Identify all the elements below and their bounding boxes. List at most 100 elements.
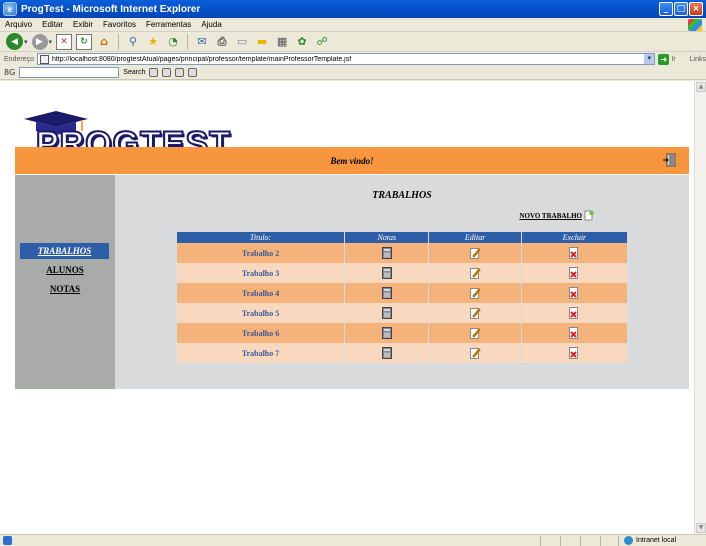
forward-button[interactable]: ▶	[31, 33, 48, 50]
minimize-button[interactable]: _	[659, 2, 673, 16]
table-row: Trabalho 3	[177, 263, 627, 283]
toolbar-option-icon[interactable]	[175, 68, 185, 77]
favorites-button[interactable]: ★	[145, 34, 161, 50]
excluir-cell	[521, 343, 627, 363]
toolbar-search-input[interactable]	[19, 67, 120, 78]
edit-page-button[interactable]: ▭	[234, 34, 250, 50]
notas-cell	[345, 263, 429, 283]
edit-icon[interactable]	[469, 287, 481, 299]
status-bar: Intranet local	[0, 534, 706, 546]
nav-trabalhos[interactable]: TRABALHOS	[20, 243, 109, 259]
window-controls: _ □ ×	[659, 2, 703, 16]
calculator-icon[interactable]	[381, 347, 392, 359]
menu-editar[interactable]: Editar	[37, 20, 68, 29]
toolbar-search-button[interactable]: Search	[123, 69, 145, 76]
address-label: Endereço	[4, 55, 34, 63]
trabalho-title-link[interactable]: Trabalho 4	[177, 283, 345, 303]
calculator-icon[interactable]	[381, 247, 392, 259]
toolbar-option-icon[interactable]	[149, 68, 159, 77]
plugin-button[interactable]: ✿	[294, 34, 310, 50]
edit-icon[interactable]	[469, 307, 481, 319]
table-header-row: Titulo: Notas Editar Excluir	[177, 232, 627, 243]
address-input[interactable]: http://localhost:8080/progtestAtual/page…	[36, 53, 656, 65]
status-divider	[600, 536, 601, 546]
excluir-cell	[521, 243, 627, 263]
scroll-down-icon[interactable]: ▼	[696, 523, 706, 533]
ie-logo-icon: e	[3, 2, 17, 16]
home-button[interactable]: ⌂	[96, 34, 112, 50]
toolbar-option-icon[interactable]	[188, 68, 198, 77]
edit-icon[interactable]	[469, 247, 481, 259]
trabalhos-table: Titulo: Notas Editar Excluir Trabalho 2 …	[176, 232, 628, 363]
links-button[interactable]: Links	[690, 56, 706, 63]
col-titulo: Titulo:	[177, 232, 345, 243]
trabalho-title-link[interactable]: Trabalho 2	[177, 243, 345, 263]
folder-button[interactable]: ▬	[254, 34, 270, 50]
sidebar: TRABALHOS ALUNOS NOTAS	[15, 175, 115, 389]
menu-favoritos[interactable]: Favoritos	[98, 20, 141, 29]
trabalho-title-link[interactable]: Trabalho 5	[177, 303, 345, 323]
trabalho-title-link[interactable]: Trabalho 3	[177, 263, 345, 283]
delete-icon[interactable]	[568, 267, 580, 279]
back-dropdown-icon[interactable]: ▾	[24, 38, 28, 46]
exit-door-icon[interactable]	[662, 153, 676, 167]
table-row: Trabalho 4	[177, 283, 627, 303]
back-button[interactable]: ◀	[6, 33, 23, 50]
calculator-icon[interactable]	[381, 327, 392, 339]
menu-ajuda[interactable]: Ajuda	[196, 20, 226, 29]
delete-icon[interactable]	[568, 247, 580, 259]
calculator-icon[interactable]	[381, 287, 392, 299]
stop-button[interactable]: ✕	[56, 33, 73, 50]
col-notas: Notas	[345, 232, 429, 243]
research-button[interactable]: ▦	[274, 34, 290, 50]
page-status-icon	[3, 536, 12, 545]
table-row: Trabalho 6	[177, 323, 627, 343]
welcome-banner: Bem vindo!	[15, 147, 689, 174]
notas-cell	[345, 243, 429, 263]
table-row: Trabalho 5	[177, 303, 627, 323]
main-content: TRABALHOS NOVO TRABALHO Titulo: Notas Ed…	[115, 175, 689, 389]
go-button[interactable]: ➜ Ir	[658, 53, 676, 65]
vertical-scrollbar[interactable]: ▲ ▼	[694, 81, 706, 534]
menu-ferramentas[interactable]: Ferramentas	[141, 20, 196, 29]
search-button[interactable]: ⚲	[125, 34, 141, 50]
history-button[interactable]: ◔	[165, 34, 181, 50]
edit-icon[interactable]	[469, 267, 481, 279]
delete-icon[interactable]	[568, 347, 580, 359]
notas-cell	[345, 303, 429, 323]
window-title: ProgTest - Microsoft Internet Explorer	[21, 3, 201, 15]
search-brand: 8G	[4, 68, 16, 77]
delete-icon[interactable]	[568, 307, 580, 319]
trabalho-title-link[interactable]: Trabalho 7	[177, 343, 345, 363]
search-toolbar: 8G Search	[0, 66, 706, 80]
close-button[interactable]: ×	[689, 2, 703, 16]
maximize-button[interactable]: □	[674, 2, 688, 16]
nav-alunos[interactable]: ALUNOS	[15, 265, 115, 275]
scroll-up-icon[interactable]: ▲	[696, 82, 706, 92]
windows-logo-icon	[688, 19, 702, 31]
table-row: Trabalho 7	[177, 343, 627, 363]
messenger-button[interactable]: ☍	[314, 34, 330, 50]
menu-arquivo[interactable]: Arquivo	[0, 20, 37, 29]
notas-cell	[345, 343, 429, 363]
toolbar-option-icon[interactable]	[162, 68, 172, 77]
nav-notas[interactable]: NOTAS	[15, 284, 115, 294]
page-icon	[39, 54, 49, 64]
print-button[interactable]: ⎙	[214, 34, 230, 50]
edit-icon[interactable]	[469, 347, 481, 359]
address-dropdown-icon[interactable]: ▼	[644, 54, 655, 64]
trabalho-title-link[interactable]: Trabalho 6	[177, 323, 345, 343]
refresh-button[interactable]: ↻	[76, 33, 93, 50]
edit-icon[interactable]	[469, 327, 481, 339]
delete-icon[interactable]	[568, 287, 580, 299]
delete-icon[interactable]	[568, 327, 580, 339]
mail-button[interactable]: ✉	[194, 34, 210, 50]
calculator-icon[interactable]	[381, 267, 392, 279]
editar-cell	[429, 303, 521, 323]
zone-label: Intranet local	[636, 537, 677, 544]
new-trabalho-link[interactable]: NOVO TRABALHO	[519, 210, 594, 221]
status-divider	[618, 536, 619, 546]
calculator-icon[interactable]	[381, 307, 392, 319]
forward-dropdown-icon[interactable]: ▾	[49, 38, 53, 46]
menu-exibir[interactable]: Exibir	[68, 20, 98, 29]
